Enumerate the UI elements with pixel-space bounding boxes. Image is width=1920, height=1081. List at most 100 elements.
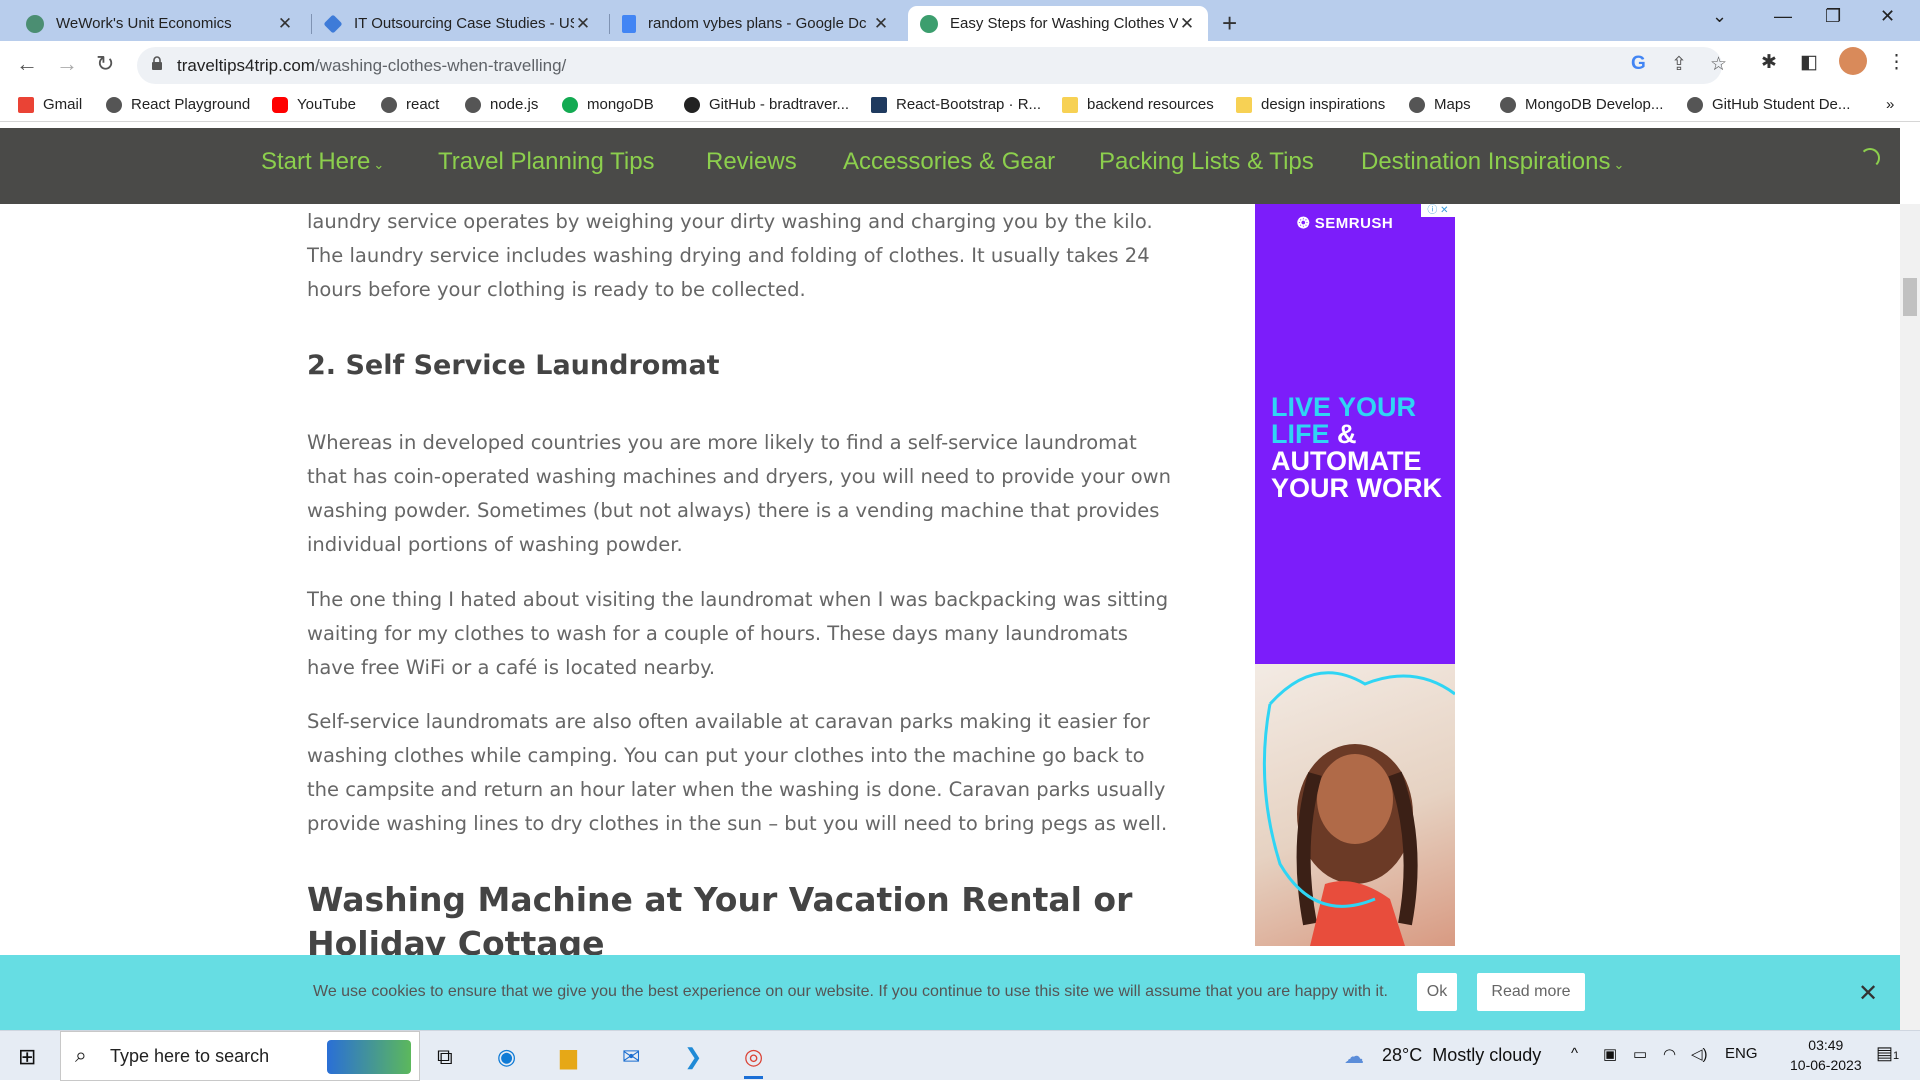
window-close-icon[interactable]: ✕	[1880, 6, 1895, 27]
language-indicator[interactable]: ENG	[1725, 1045, 1758, 1062]
windows-start-icon[interactable]: ⊞	[18, 1044, 36, 1070]
tab-washing-clothes[interactable]: Easy Steps for Washing Clothes V ✕	[908, 6, 1208, 41]
profile-avatar[interactable]	[1839, 47, 1867, 75]
site-navigation: Start Here ⌄ Travel Planning Tips Reviews…	[0, 128, 1900, 204]
globe-icon	[381, 96, 397, 113]
close-tab-icon[interactable]: ✕	[574, 14, 592, 34]
address-bar[interactable]: traveltips4trip.com/washing-clothes-when…	[137, 47, 1727, 84]
scrollbar-thumb[interactable]	[1903, 278, 1917, 316]
notifications-icon[interactable]: ▤1	[1876, 1043, 1899, 1064]
nav-destination-inspirations[interactable]: Destination Inspirations ⌄	[1361, 148, 1624, 176]
nav-label: Destination Inspirations	[1361, 148, 1611, 175]
article-heading: Washing Machine at Your Vacation Rental …	[307, 880, 1133, 963]
extensions-icon[interactable]: ✱	[1761, 51, 1777, 74]
cookie-close-icon[interactable]: ✕	[1858, 979, 1878, 1008]
ad-line-2a: LIFE	[1271, 419, 1330, 449]
gmail-icon	[18, 96, 34, 113]
search-placeholder: Type here to search	[110, 1046, 270, 1066]
new-tab-button[interactable]: +	[1222, 8, 1237, 39]
bookmark-label: GitHub - bradtraver...	[709, 96, 850, 113]
nav-label: Reviews	[706, 148, 797, 175]
tab-google-docs[interactable]: random vybes plans - Google Dc ✕	[610, 6, 902, 41]
url-text[interactable]: traveltips4trip.com/washing-clothes-when…	[177, 56, 566, 76]
task-view-icon[interactable]: ⧉	[437, 1044, 453, 1070]
cookie-read-more-button[interactable]: Read more	[1477, 973, 1585, 1011]
tab-search-chevron-icon[interactable]: ⌄	[1712, 6, 1727, 27]
globe-icon	[1500, 96, 1516, 113]
webcam-icon[interactable]: ▣	[1603, 1045, 1617, 1063]
ad-line-1: LIVE YOUR	[1271, 392, 1417, 422]
nav-start-here[interactable]: Start Here ⌄	[261, 148, 384, 176]
windows-taskbar: ⊞ ⌕ Type here to search ⧉ ◉ ▆ ✉ ❯ ◎ ☁ 28…	[0, 1030, 1920, 1081]
bookmark-label: node.js	[490, 96, 539, 113]
chrome-icon[interactable]: ◎	[744, 1044, 764, 1079]
volume-icon[interactable]: ◁)	[1691, 1045, 1708, 1063]
close-tab-icon[interactable]: ✕	[1178, 14, 1196, 34]
vscode-icon[interactable]: ❯	[684, 1044, 702, 1070]
semrush-flame-icon: ❂	[1297, 215, 1315, 232]
bookmark-folder-design[interactable]: design inspirations	[1236, 96, 1385, 113]
bookmark-folder-backend[interactable]: backend resources	[1062, 96, 1214, 113]
nav-packing-lists-tips[interactable]: Packing Lists & Tips	[1099, 148, 1314, 176]
bookmark-react-playground[interactable]: React Playground	[106, 96, 250, 113]
bookmark-label: React-Bootstrap · R...	[896, 96, 1042, 113]
bookmark-gmail[interactable]: Gmail	[18, 96, 82, 113]
bookmark-mongodb-developer[interactable]: MongoDB Develop...	[1500, 96, 1663, 113]
close-tab-icon[interactable]: ✕	[872, 14, 890, 34]
weather-status: Mostly cloudy	[1432, 1045, 1542, 1065]
url-path: /washing-clothes-when-travelling/	[314, 56, 567, 75]
bookmarks-overflow-icon[interactable]: »	[1886, 96, 1894, 113]
edge-icon[interactable]: ◉	[497, 1044, 516, 1070]
ad-slogan: LIVE YOUR LIFE & AUTOMATE YOUR WORK	[1271, 394, 1442, 502]
wifi-icon[interactable]: ◠	[1663, 1045, 1676, 1063]
google-lens-icon[interactable]: G	[1631, 53, 1646, 75]
bookmark-star-icon[interactable]: ☆	[1710, 53, 1727, 76]
taskbar-search-box[interactable]: ⌕ Type here to search	[60, 1031, 420, 1081]
forward-icon[interactable]: →	[56, 51, 78, 77]
back-icon[interactable]: ←	[16, 51, 38, 77]
side-panel-icon[interactable]: ◧	[1800, 51, 1818, 74]
cookie-ok-button[interactable]: Ok	[1417, 973, 1457, 1011]
nav-label: Accessories & Gear	[843, 148, 1056, 175]
weather-widget[interactable]: 28°C Mostly cloudy	[1382, 1045, 1541, 1066]
vertical-scrollbar[interactable]	[1900, 204, 1920, 1030]
reload-icon[interactable]: ↻	[96, 51, 114, 77]
menu-icon[interactable]: ⋮	[1887, 51, 1906, 74]
clock[interactable]: 03:49 10-06-2023	[1790, 1035, 1862, 1075]
nav-travel-planning-tips[interactable]: Travel Planning Tips	[438, 148, 655, 176]
loading-spinner-icon	[1860, 148, 1880, 168]
bookmark-maps[interactable]: Maps	[1409, 96, 1471, 113]
share-icon[interactable]: ⇪	[1671, 53, 1687, 76]
bookmark-label: YouTube	[297, 96, 356, 113]
mail-icon[interactable]: ✉	[622, 1044, 640, 1070]
bookmark-mongodb[interactable]: mongoDB	[562, 96, 654, 113]
advertisement[interactable]: ⓘ ✕ ❂ SEMRUSH LIVE YOUR LIFE & AUTOMATE …	[1255, 204, 1455, 946]
tab-it-outsourcing[interactable]: IT Outsourcing Case Studies - US ✕	[312, 6, 604, 41]
restore-icon[interactable]: ❐	[1825, 6, 1841, 27]
file-explorer-icon[interactable]: ▆	[560, 1044, 577, 1070]
bookmark-react-bootstrap[interactable]: React-Bootstrap · R...	[871, 96, 1041, 113]
url-host: traveltips4trip.com	[177, 56, 315, 75]
bookmark-label: backend resources	[1087, 96, 1214, 113]
bookmark-react[interactable]: react	[381, 96, 439, 113]
close-tab-icon[interactable]: ✕	[276, 14, 294, 34]
globe-icon	[106, 96, 122, 113]
show-hidden-icons-icon[interactable]: ^	[1571, 1045, 1578, 1062]
temperature: 28°C	[1382, 1045, 1423, 1065]
github-icon	[684, 96, 700, 113]
tab-wework[interactable]: WeWork's Unit Economics ✕	[14, 6, 306, 41]
weather-cloud-icon: ☁	[1344, 1046, 1364, 1068]
ad-choices-icon[interactable]: ⓘ ✕	[1421, 204, 1455, 217]
tab-title: IT Outsourcing Case Studies - US	[354, 15, 574, 32]
minimize-icon[interactable]: —	[1774, 6, 1792, 27]
bookmark-label: React Playground	[131, 96, 251, 113]
bookmark-github-bradtraversy[interactable]: GitHub - bradtraver...	[684, 96, 849, 113]
notification-count: 1	[1893, 1050, 1900, 1062]
battery-icon[interactable]: ▭	[1633, 1045, 1647, 1063]
bookmark-youtube[interactable]: YouTube	[272, 96, 356, 113]
bookmark-nodejs[interactable]: node.js	[465, 96, 538, 113]
nav-accessories-gear[interactable]: Accessories & Gear	[843, 148, 1055, 176]
nav-reviews[interactable]: Reviews	[706, 148, 797, 176]
semrush-logo: ❂ SEMRUSH	[1297, 214, 1393, 232]
bookmark-github-student[interactable]: GitHub Student De...	[1687, 96, 1850, 113]
